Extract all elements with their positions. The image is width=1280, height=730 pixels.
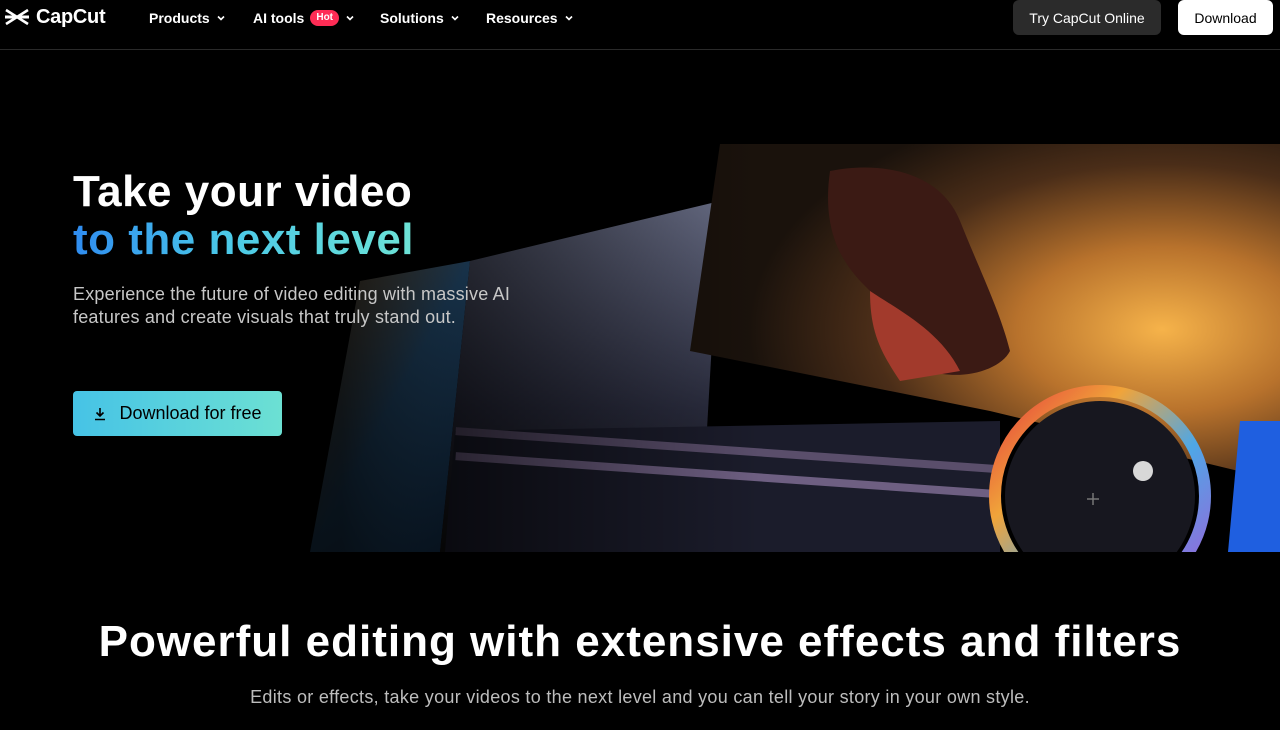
hero-title: Take your video to the next level: [73, 168, 673, 264]
chevron-down-icon: [451, 15, 459, 21]
try-online-button[interactable]: Try CapCut Online: [1013, 0, 1161, 35]
nav-item-ai-tools[interactable]: AI tools Hot: [253, 8, 355, 28]
nav-item-solutions[interactable]: Solutions: [380, 8, 460, 28]
hero-title-line1: Take your video: [73, 167, 413, 216]
chevron-down-icon: [217, 15, 225, 21]
download-button[interactable]: Download: [1178, 0, 1273, 35]
nav-item-products[interactable]: Products: [149, 8, 226, 28]
hero-subtitle: Experience the future of video editing w…: [73, 284, 511, 327]
download-icon: [95, 407, 106, 420]
cta-label: Download for free: [119, 403, 262, 423]
chevron-down-icon: [565, 15, 573, 21]
nav-item-label: Solutions: [380, 10, 444, 26]
logo-text: CapCut: [36, 5, 106, 28]
hero-title-line2: to the next level: [73, 215, 415, 264]
hot-badge: Hot: [310, 10, 340, 26]
nav-item-label: AI tools: [253, 10, 305, 26]
section-subtitle: Edits or effects, take your videos to th…: [250, 687, 1030, 707]
capcut-logo[interactable]: CapCut: [4, 5, 106, 28]
section-title: Powerful editing with extensive effects …: [98, 617, 1182, 666]
top-nav: CapCut Products AI tools Hot Solutions R…: [0, 0, 1280, 50]
download-for-free-button[interactable]: Download for free: [73, 391, 282, 436]
capcut-logo-icon: [5, 8, 29, 26]
hero-section: Take your video to the next level Experi…: [0, 51, 1280, 552]
nav-item-label: Products: [149, 10, 210, 26]
nav-item-label: Resources: [486, 10, 558, 26]
nav-item-resources[interactable]: Resources: [486, 8, 574, 28]
chevron-down-icon: [346, 15, 354, 21]
